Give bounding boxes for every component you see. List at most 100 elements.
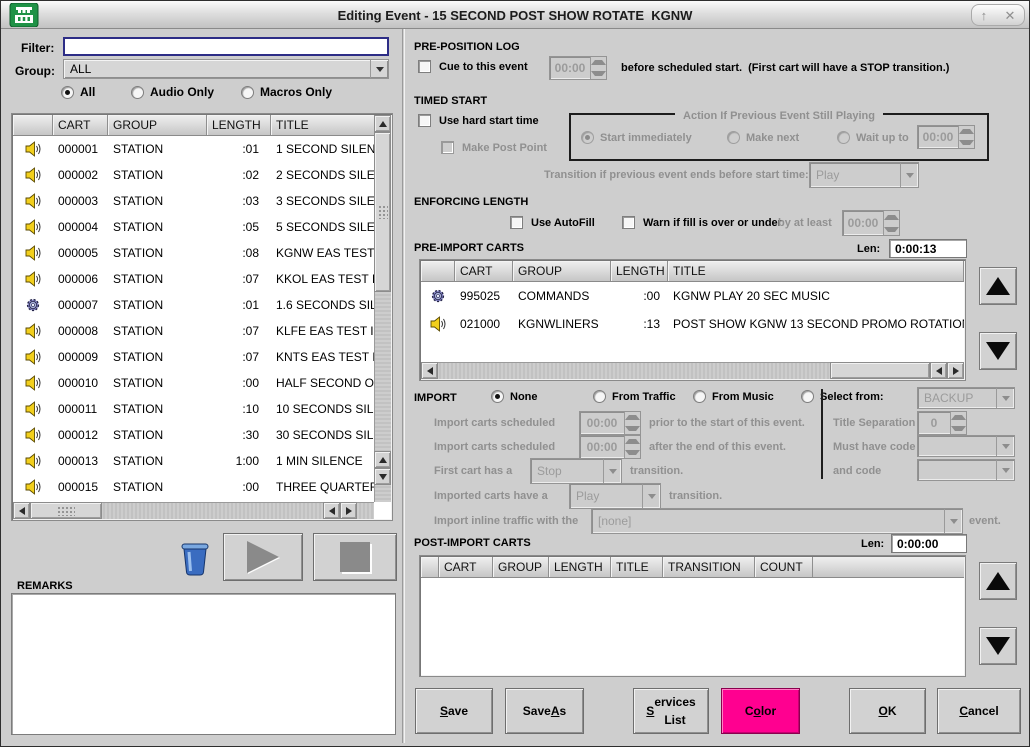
- radio-all[interactable]: All: [61, 85, 95, 99]
- scroll-up-icon[interactable]: [374, 115, 391, 132]
- scroll-right-icon[interactable]: [340, 502, 357, 519]
- column-header[interactable]: CART: [455, 261, 513, 281]
- column-header[interactable]: TITLE: [611, 557, 663, 577]
- column-header[interactable]: CART: [53, 115, 108, 135]
- chevron-down-icon[interactable]: [996, 388, 1014, 408]
- post-import-move-up-button[interactable]: [979, 562, 1017, 600]
- table-row[interactable]: 000005STATION:08KGNW EAS TEST: [13, 240, 374, 266]
- radio-start-immediately[interactable]: Start immediately: [581, 131, 692, 144]
- cart-list-vthumb[interactable]: [374, 132, 391, 292]
- by-at-least-spinbox[interactable]: 00:00: [842, 210, 900, 236]
- scroll-left2-icon[interactable]: [930, 362, 947, 379]
- spin-down-icon[interactable]: [591, 68, 606, 79]
- column-header[interactable]: LENGTH: [207, 115, 271, 135]
- table-row[interactable]: 000001STATION:011 SECOND SILEN: [13, 136, 374, 162]
- column-header[interactable]: LENGTH: [549, 557, 611, 577]
- scroll-left2-icon[interactable]: [323, 502, 340, 519]
- clear-trash-button[interactable]: [177, 539, 213, 577]
- spin-up-icon[interactable]: [591, 57, 606, 68]
- column-header[interactable]: GROUP: [513, 261, 611, 281]
- group-select[interactable]: ALL: [63, 59, 389, 79]
- table-row[interactable]: 000008STATION:07KLFE EAS TEST IN: [13, 318, 374, 344]
- wait-time-spinbox[interactable]: 00:00: [917, 125, 975, 149]
- table-row[interactable]: 995025COMMANDS:00KGNW PLAY 20 SEC MUSIC: [421, 282, 964, 310]
- column-header[interactable]: TITLE: [668, 261, 964, 281]
- chevron-down-icon[interactable]: [944, 509, 962, 533]
- select-from-select[interactable]: BACKUP: [917, 387, 1015, 409]
- spin-up-icon[interactable]: [959, 126, 974, 137]
- imported-carts-transition-select[interactable]: Play: [569, 483, 661, 509]
- pre-import-move-down-button[interactable]: [979, 332, 1017, 370]
- table-row[interactable]: 000013STATION1:001 MIN SILENCE: [13, 448, 374, 474]
- cue-to-event-checkbox[interactable]: [418, 60, 431, 73]
- sched-prior-spinbox[interactable]: 00:00: [579, 411, 641, 435]
- hard-start-checkbox[interactable]: [418, 114, 431, 127]
- chevron-down-icon[interactable]: [996, 436, 1014, 456]
- column-header[interactable]: LENGTH: [611, 261, 668, 281]
- radio-wait-up-to[interactable]: Wait up to: [837, 131, 909, 144]
- cancel-button[interactable]: Cancel: [937, 688, 1021, 734]
- stop-button[interactable]: [313, 533, 397, 581]
- table-row[interactable]: 021000KGNWLINERS:13POST SHOW KGNW 13 SEC…: [421, 310, 964, 338]
- inline-traffic-select[interactable]: [none]: [591, 508, 963, 534]
- table-row[interactable]: 000015STATION:00THREE QUARTER: [13, 474, 374, 500]
- scroll-left-icon[interactable]: [13, 502, 30, 519]
- save-button[interactable]: Save: [415, 688, 493, 734]
- spin-down-icon[interactable]: [625, 423, 640, 434]
- table-row[interactable]: 000012STATION:3030 SECONDS SILE: [13, 422, 374, 448]
- radio-import-music[interactable]: From Music: [693, 390, 774, 403]
- column-header[interactable]: GROUP: [493, 557, 549, 577]
- column-header[interactable]: [13, 115, 53, 135]
- table-row[interactable]: 000007STATION:011.6 SECONDS SIL: [13, 292, 374, 318]
- post-point-checkbox[interactable]: [441, 141, 454, 154]
- must-have-code-select[interactable]: [917, 435, 1015, 457]
- sched-after-spinbox[interactable]: 00:00: [579, 435, 641, 459]
- title-bar[interactable]: Editing Event - 15 SECOND POST SHOW ROTA…: [1, 1, 1029, 29]
- column-header[interactable]: [421, 557, 439, 577]
- close-icon[interactable]: ✕: [1004, 9, 1015, 22]
- warn-fill-checkbox[interactable]: [622, 216, 635, 229]
- spin-up-icon[interactable]: [951, 412, 966, 423]
- ok-button[interactable]: OK: [849, 688, 926, 734]
- radio-import-traffic[interactable]: From Traffic: [593, 390, 676, 403]
- table-row[interactable]: 000004STATION:055 SECONDS SILEN: [13, 214, 374, 240]
- transition-before-select[interactable]: Play: [809, 162, 919, 188]
- chevron-down-icon[interactable]: [900, 163, 918, 187]
- column-header[interactable]: TRANSITION: [663, 557, 755, 577]
- scroll-right-icon[interactable]: [947, 362, 964, 379]
- pre-import-hthumb[interactable]: [830, 362, 930, 379]
- table-row[interactable]: 000011STATION:1010 SECONDS SILE: [13, 396, 374, 422]
- scroll-down-icon[interactable]: [374, 468, 391, 485]
- radio-import-select-from[interactable]: Select from:: [801, 390, 884, 403]
- cue-offset-spinbox[interactable]: 00:00: [549, 56, 607, 80]
- spin-down-icon[interactable]: [951, 423, 966, 434]
- radio-make-next[interactable]: Make next: [727, 131, 799, 144]
- filter-input[interactable]: [63, 37, 389, 56]
- and-code-select[interactable]: [917, 459, 1015, 481]
- play-button[interactable]: [223, 533, 303, 581]
- scroll-up2-icon[interactable]: [374, 451, 391, 468]
- services-list-button[interactable]: Services List: [633, 688, 709, 734]
- spin-down-icon[interactable]: [625, 447, 640, 458]
- post-import-move-down-button[interactable]: [979, 627, 1017, 665]
- spin-up-icon[interactable]: [625, 412, 640, 423]
- shade-icon[interactable]: ↑: [981, 9, 988, 22]
- remarks-textarea[interactable]: [11, 593, 396, 735]
- table-row[interactable]: 000006STATION:07KKOL EAS TEST IN: [13, 266, 374, 292]
- cart-list-hthumb[interactable]: [30, 502, 102, 519]
- radio-import-none[interactable]: None: [491, 390, 538, 403]
- pre-import-move-up-button[interactable]: [979, 267, 1017, 305]
- radio-audio-only[interactable]: Audio Only: [131, 85, 214, 99]
- first-cart-transition-select[interactable]: Stop: [530, 458, 622, 484]
- title-separation-spinbox[interactable]: 0: [917, 411, 967, 435]
- chevron-down-icon[interactable]: [996, 460, 1014, 480]
- column-header[interactable]: COUNT: [755, 557, 813, 577]
- spin-down-icon[interactable]: [884, 223, 899, 235]
- table-row[interactable]: 000009STATION:07KNTS EAS TEST IN: [13, 344, 374, 370]
- color-button[interactable]: Color: [721, 688, 800, 734]
- spin-up-icon[interactable]: [884, 211, 899, 223]
- chevron-down-icon[interactable]: [642, 484, 660, 508]
- table-row[interactable]: 000003STATION:033 SECONDS SILEN: [13, 188, 374, 214]
- column-header[interactable]: TITLE: [271, 115, 391, 135]
- save-as-button[interactable]: Save As: [505, 688, 584, 734]
